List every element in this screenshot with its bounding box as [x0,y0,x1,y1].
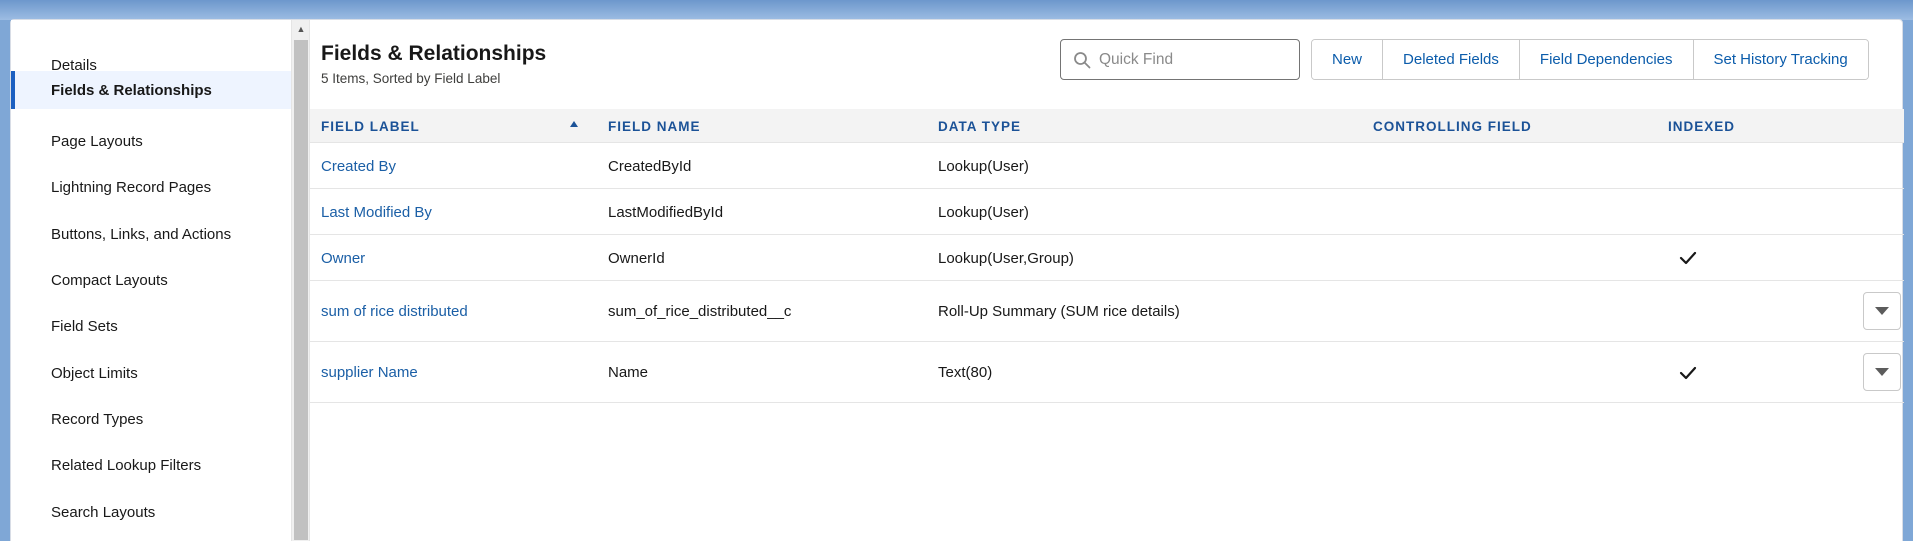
table-row: sum of rice distributed sum_of_rice_dist… [310,282,1904,342]
sidebar-item-label: Object Limits [51,364,138,382]
sidebar-item-field-sets[interactable]: Field Sets [11,303,291,349]
sidebar-item-lightning-record-pages[interactable]: Lightning Record Pages [11,164,291,210]
field-label-link[interactable]: sum of rice distributed [321,282,468,341]
column-header-field-label[interactable]: FIELD LABEL [321,109,420,143]
sidebar-item-label: Field Sets [51,317,118,335]
page-background-banner [0,0,1913,20]
sidebar-item-fields-relationships[interactable]: Fields & Relationships [11,71,291,109]
field-dependencies-button[interactable]: Field Dependencies [1519,40,1694,79]
row-actions-button[interactable] [1863,292,1901,330]
column-header-data-type[interactable]: DATA TYPE [938,109,1021,143]
toolbar-button-group: New Deleted Fields Field Dependencies Se… [1311,39,1869,80]
sidebar-item-buttons-links-actions[interactable]: Buttons, Links, and Actions [11,211,291,257]
sidebar-item-label: Buttons, Links, and Actions [51,225,232,243]
data-type-cell: Lookup(User) [938,203,1029,221]
sort-ascending-icon[interactable] [570,121,578,127]
search-icon [1074,52,1091,69]
sidebar-item-search-layouts[interactable]: Search Layouts [11,489,291,535]
sidebar-item-label: Page Layouts [51,132,143,150]
sidebar-item-label: Related Lookup Filters [51,456,202,474]
quick-find-input[interactable] [1099,40,1294,79]
sidebar-item-related-lookup-filters[interactable]: Related Lookup Filters [11,442,291,488]
table-row: Created By CreatedById Lookup(User) [310,144,1904,189]
deleted-fields-button[interactable]: Deleted Fields [1383,40,1520,79]
field-name-cell: Name [608,364,649,381]
field-label-link[interactable]: supplier Name [321,343,418,402]
sidebar-item-label: Record Types [51,410,144,428]
sidebar-item-label: Search Layouts [51,503,156,521]
indexed-cell [1679,236,1697,280]
sidebar-item-label: Compact Layouts [51,271,168,289]
sidebar-scrollbar[interactable]: ▲ [291,20,309,541]
setup-card: Details Fields & Relationships Page Layo… [10,19,1904,541]
column-header-indexed[interactable]: INDEXED [1668,109,1735,143]
sidebar-item-label: Fields & Relationships [51,81,212,99]
field-name-cell: OwnerId [608,249,665,267]
table-row: Owner OwnerId Lookup(User,Group) [310,236,1904,281]
field-name-cell: CreatedById [608,157,692,175]
new-button[interactable]: New [1312,40,1384,79]
table-row: Last Modified By LastModifiedById Lookup… [310,190,1904,235]
sidebar: Details Fields & Relationships Page Layo… [11,20,291,541]
table-header: FIELD LABEL FIELD NAME DATA TYPE CONTROL… [310,109,1904,143]
sidebar-item-page-layouts[interactable]: Page Layouts [11,118,291,164]
row-actions-button[interactable] [1863,353,1901,391]
set-history-tracking-button[interactable]: Set History Tracking [1693,40,1868,79]
indexed-cell [1679,343,1697,402]
sidebar-item-object-limits[interactable]: Object Limits [11,350,291,396]
field-label-link[interactable]: Created By [321,144,396,188]
check-icon [1679,366,1697,379]
check-icon [1679,251,1697,265]
quick-find-box[interactable] [1060,39,1300,80]
field-name-cell: sum_of_rice_distributed__c [608,303,792,320]
data-type-cell: Lookup(User,Group) [938,249,1074,267]
chevron-down-icon [1875,368,1889,376]
chevron-down-icon [1875,307,1889,315]
sidebar-item-compact-layouts[interactable]: Compact Layouts [11,257,291,303]
scrollbar-thumb[interactable] [294,40,308,540]
table-row: supplier Name Name Text(80) [310,343,1904,403]
data-type-cell: Roll-Up Summary (SUM rice details) [938,303,1180,320]
page-title: Fields & Relationships [321,42,547,65]
main-content: Fields & Relationships 5 Items, Sorted b… [310,20,1904,541]
column-header-controlling-field[interactable]: CONTROLLING FIELD [1373,109,1532,143]
column-header-field-name[interactable]: FIELD NAME [608,109,701,143]
data-type-cell: Text(80) [938,364,993,381]
data-type-cell: Lookup(User) [938,157,1029,175]
sidebar-item-label: Lightning Record Pages [51,178,212,196]
field-label-link[interactable]: Last Modified By [321,190,432,234]
field-label-link[interactable]: Owner [321,236,365,280]
scroll-up-arrow-icon[interactable]: ▲ [292,20,310,38]
page-subtitle: 5 Items, Sorted by Field Label [321,71,501,86]
sidebar-item-record-types[interactable]: Record Types [11,396,291,442]
field-name-cell: LastModifiedById [608,203,724,221]
